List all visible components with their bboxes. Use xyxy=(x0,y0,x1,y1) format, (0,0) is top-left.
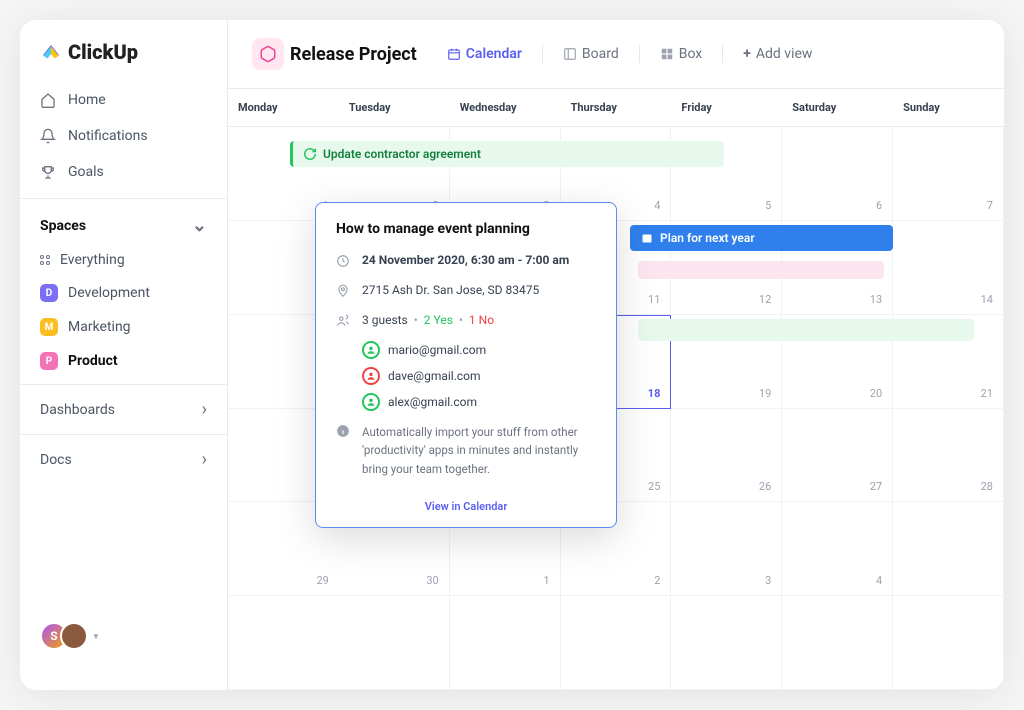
space-badge: D xyxy=(40,284,58,302)
clickup-logo-icon xyxy=(40,41,62,63)
trophy-icon xyxy=(40,164,56,180)
spaces-section: Spaces⌄ Everything D Development M Marke… xyxy=(20,198,227,384)
calendar-icon xyxy=(640,231,654,245)
space-product[interactable]: P Product xyxy=(40,344,207,378)
sidebar: ClickUp Home Notifications Goals Spaces⌄… xyxy=(20,20,228,690)
sync-icon xyxy=(303,147,317,161)
view-in-calendar-link[interactable]: View in Calendar xyxy=(316,486,616,527)
info-icon xyxy=(336,424,350,478)
event-popover: How to manage event planning 24 November… xyxy=(315,202,617,528)
home-icon xyxy=(40,92,56,108)
guest-row: alex@gmail.com xyxy=(316,389,616,415)
guest-avatar-icon xyxy=(362,341,380,359)
box-icon xyxy=(660,47,674,61)
docs-row[interactable]: Docs› xyxy=(20,434,227,484)
logo[interactable]: ClickUp xyxy=(20,40,227,82)
chevron-down-icon: ⌄ xyxy=(192,215,207,236)
board-icon xyxy=(563,47,577,61)
space-everything[interactable]: Everything xyxy=(40,244,207,276)
project-icon xyxy=(252,38,284,70)
project-title: Release Project xyxy=(290,44,417,65)
spaces-header[interactable]: Spaces⌄ xyxy=(40,215,207,244)
guest-avatar-icon xyxy=(362,367,380,385)
calendar-icon xyxy=(447,47,461,61)
popover-description: Automatically import your stuff from oth… xyxy=(316,415,616,486)
location-icon xyxy=(336,284,350,301)
tab-board[interactable]: Board xyxy=(553,40,629,68)
nav-notifications[interactable]: Notifications xyxy=(20,118,227,154)
clock-icon xyxy=(336,254,350,271)
app-window: ClickUp Home Notifications Goals Spaces⌄… xyxy=(20,20,1004,690)
guest-row: mario@gmail.com xyxy=(316,337,616,363)
space-badge: P xyxy=(40,352,58,370)
user-avatars[interactable]: S ▼ xyxy=(20,622,227,670)
tab-box[interactable]: Box xyxy=(650,40,713,68)
avatar xyxy=(60,622,88,650)
nav-goals[interactable]: Goals xyxy=(20,154,227,190)
nav-home[interactable]: Home xyxy=(20,82,227,118)
dashboards-row[interactable]: Dashboards› xyxy=(20,384,227,434)
event-pink[interactable] xyxy=(638,261,884,279)
grid-icon xyxy=(40,255,50,265)
event-plan[interactable]: Plan for next year xyxy=(630,225,893,251)
add-view-button[interactable]: + Add view xyxy=(733,40,822,68)
dropdown-icon: ▼ xyxy=(92,632,100,641)
topbar: Release Project Calendar Board Box + Add… xyxy=(228,20,1004,89)
popover-title: How to manage event planning xyxy=(316,203,616,247)
event-contractor[interactable]: Update contractor agreement xyxy=(290,141,724,167)
popover-location: 2715 Ash Dr. San Jose, SD 83475 xyxy=(316,277,616,307)
guest-row: dave@gmail.com xyxy=(316,363,616,389)
people-icon xyxy=(336,314,350,331)
space-development[interactable]: D Development xyxy=(40,276,207,310)
space-marketing[interactable]: M Marketing xyxy=(40,310,207,344)
week-header: MondayTuesdayWednesdayThursdayFridaySatu… xyxy=(228,89,1004,127)
popover-datetime: 24 November 2020, 6:30 am - 7:00 am xyxy=(316,247,616,277)
chevron-right-icon: › xyxy=(202,399,207,420)
guest-avatar-icon xyxy=(362,393,380,411)
bell-icon xyxy=(40,128,56,144)
event-green-bar[interactable] xyxy=(638,319,974,341)
tab-calendar[interactable]: Calendar xyxy=(437,40,532,68)
chevron-right-icon: › xyxy=(202,449,207,470)
plus-icon: + xyxy=(743,46,751,62)
space-badge: M xyxy=(40,318,58,336)
popover-guests: 3 guests • 2 Yes • 1 No xyxy=(316,307,616,337)
